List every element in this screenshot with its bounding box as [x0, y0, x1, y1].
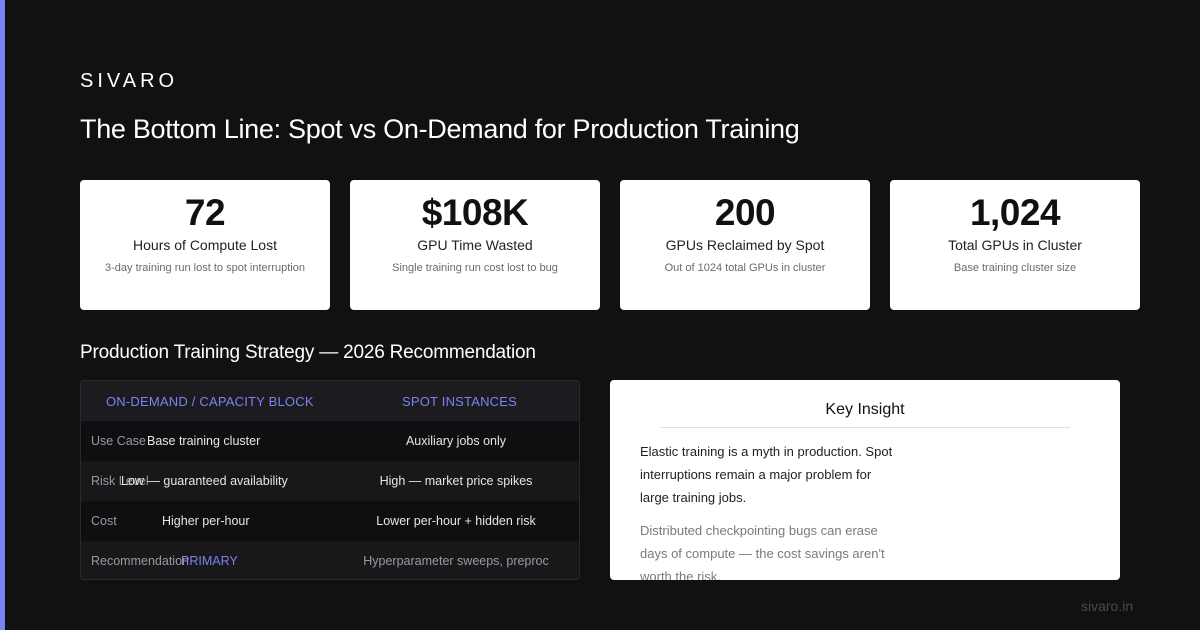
column-header-spot: SPOT INSTANCES — [402, 394, 518, 409]
spot-cell: Hyperparameter sweeps, preproc — [363, 554, 549, 568]
ondemand-cell-primary: PRIMARY — [181, 554, 238, 568]
row-label: Recommendation — [91, 554, 189, 568]
brand-logo: SIVARO — [80, 70, 179, 92]
section-title: Production Training Strategy — 2026 Reco… — [80, 342, 536, 363]
ondemand-cell: Low — guaranteed availability — [121, 474, 288, 488]
insight-paragraph-primary: Elastic training is a myth in production… — [640, 444, 893, 505]
stats-row: 72 Hours of Compute Lost 3-day training … — [80, 180, 1140, 310]
row-label: Cost — [91, 514, 117, 528]
stat-card-gpu-time-wasted: $108K GPU Time Wasted Single training ru… — [350, 180, 600, 310]
stat-subtext: Single training run cost lost to bug — [392, 262, 558, 274]
spot-cell: High — market price spikes — [379, 474, 533, 488]
stat-subtext: 3-day training run lost to spot interrup… — [105, 262, 305, 274]
stat-value: 200 — [714, 192, 776, 233]
stat-value: 72 — [184, 192, 226, 233]
stat-card-gpus-reclaimed: 200 GPUs Reclaimed by Spot Out of 1024 t… — [620, 180, 870, 310]
table-row: Cost Higher per-hour Lower per-hour + hi… — [81, 501, 579, 541]
spot-cell: Auxiliary jobs only — [405, 434, 507, 448]
insight-title: Key Insight — [825, 401, 905, 418]
stat-subtext: Base training cluster size — [953, 262, 1077, 274]
footer-url: sivaro.in — [1081, 598, 1134, 614]
stat-subtext: Out of 1024 total GPUs in cluster — [664, 262, 826, 274]
stat-value: 1,024 — [969, 192, 1061, 233]
stat-card-total-gpus: 1,024 Total GPUs in Cluster Base trainin… — [890, 180, 1140, 310]
table-row: Risk Level Low — guaranteed availability… — [81, 461, 579, 501]
stat-label: Total GPUs in Cluster — [948, 237, 1082, 253]
stat-card-hours-lost: 72 Hours of Compute Lost 3-day training … — [80, 180, 330, 310]
spot-cell: Lower per-hour + hidden risk — [376, 514, 536, 528]
ondemand-cell: Base training cluster — [147, 434, 261, 448]
stat-label: GPUs Reclaimed by Spot — [665, 237, 825, 253]
stat-label: Hours of Compute Lost — [133, 237, 277, 253]
strategy-table: ON-DEMAND / CAPACITY BLOCK SPOT INSTANCE… — [80, 380, 580, 580]
ondemand-cell: Higher per-hour — [162, 514, 250, 528]
page-title: The Bottom Line: Spot vs On-Demand for P… — [80, 114, 800, 144]
insight-divider — [660, 427, 1070, 428]
table-row: Recommendation PRIMARY Hyperparameter sw… — [81, 541, 579, 579]
column-header-ondemand: ON-DEMAND / CAPACITY BLOCK — [106, 394, 314, 409]
stat-label: GPU Time Wasted — [417, 237, 533, 253]
key-insight-card: Key Insight Elastic training is a myth i… — [610, 380, 1120, 580]
table-header: ON-DEMAND / CAPACITY BLOCK SPOT INSTANCE… — [81, 381, 579, 421]
stat-value: $108K — [421, 192, 529, 233]
accent-bar — [0, 0, 5, 630]
table-row: Use Case Base training cluster Auxiliary… — [81, 421, 579, 461]
row-label: Use Case — [91, 434, 146, 448]
insight-paragraph-secondary: Distributed checkpointing bugs can erase… — [640, 523, 885, 580]
